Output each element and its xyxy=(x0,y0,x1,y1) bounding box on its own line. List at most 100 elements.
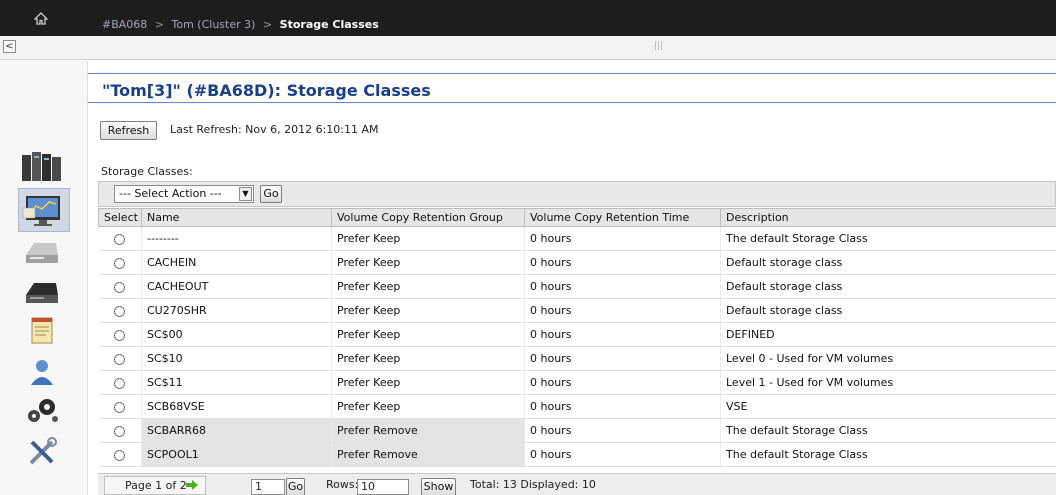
storage-classes-label: Storage Classes: xyxy=(101,165,193,178)
cell-retention-group: Prefer Keep xyxy=(331,394,525,419)
main-content: "Tom[3]" (#BA68D): Storage Classes Refre… xyxy=(88,61,1056,495)
title-divider xyxy=(88,73,1056,74)
cell-description: Level 1 - Used for VM volumes xyxy=(720,370,1056,395)
user-icon[interactable] xyxy=(18,353,66,391)
cell-description: Default storage class xyxy=(720,298,1056,323)
cell-retention-time: 0 hours xyxy=(524,418,721,443)
table-row[interactable]: SC$10 Prefer Keep 0 hours Level 0 - Used… xyxy=(98,346,1056,371)
cell-description: Level 0 - Used for VM volumes xyxy=(720,346,1056,371)
physical-drive-icon[interactable] xyxy=(18,273,66,311)
cell-retention-group: Prefer Keep xyxy=(331,346,525,371)
go-page-button[interactable]: Go xyxy=(286,478,305,495)
table-row[interactable]: SCBARR68 Prefer Remove 0 hours The defau… xyxy=(98,418,1056,443)
table-toolbar: --- Select Action --- ▼ Go xyxy=(98,181,1056,207)
virtual-drive-icon[interactable] xyxy=(18,233,66,271)
row-select-radio[interactable] xyxy=(114,377,126,389)
cell-name: SCB68VSE xyxy=(141,394,332,419)
table-row[interactable]: -------- Prefer Keep 0 hours The default… xyxy=(98,226,1056,251)
dropdown-arrow-icon[interactable]: ▼ xyxy=(239,187,252,201)
show-button[interactable]: Show xyxy=(421,478,456,495)
column-header-name[interactable]: Name xyxy=(141,208,332,227)
row-select-radio[interactable] xyxy=(114,281,126,293)
cell-retention-group: Prefer Keep xyxy=(331,370,525,395)
cell-retention-time: 0 hours xyxy=(524,346,721,371)
breadcrumb-link-library[interactable]: #BA068 xyxy=(102,18,147,31)
cell-name: -------- xyxy=(141,226,332,251)
table-row[interactable]: SC$00 Prefer Keep 0 hours DEFINED xyxy=(98,322,1056,347)
table-row[interactable]: CACHEIN Prefer Keep 0 hours Default stor… xyxy=(98,250,1056,275)
cell-retention-time: 0 hours xyxy=(524,322,721,347)
cell-retention-group: Prefer Remove xyxy=(331,418,525,443)
row-select-radio[interactable] xyxy=(114,449,126,461)
column-header-retention-group[interactable]: Volume Copy Retention Group xyxy=(331,208,525,227)
totals-text: Total: 13 Displayed: 10 xyxy=(470,478,596,491)
home-icon xyxy=(34,11,48,25)
page-of-text: Page 1 of 2 xyxy=(125,479,187,492)
cell-retention-group: Prefer Keep xyxy=(331,322,525,347)
storage-classes-table: Select Name Volume Copy Retention Group … xyxy=(98,208,1056,467)
rows-label: Rows: xyxy=(326,478,359,491)
page-title: "Tom[3]" (#BA68D): Storage Classes xyxy=(102,81,431,100)
cell-retention-time: 0 hours xyxy=(524,298,721,323)
cell-name: SC$10 xyxy=(141,346,332,371)
cell-retention-group: Prefer Keep xyxy=(331,250,525,275)
row-select-radio[interactable] xyxy=(114,401,126,413)
select-action-dropdown[interactable]: --- Select Action --- ▼ xyxy=(114,185,254,203)
gears-icon[interactable] xyxy=(18,391,66,429)
next-page-icon[interactable] xyxy=(185,479,199,491)
servers-icon[interactable] xyxy=(18,147,66,185)
row-select-radio[interactable] xyxy=(114,233,126,245)
cell-description: DEFINED xyxy=(720,322,1056,347)
tools-icon[interactable] xyxy=(18,433,66,471)
cell-retention-time: 0 hours xyxy=(524,250,721,275)
notepad-icon[interactable] xyxy=(18,311,66,349)
refresh-button[interactable]: Refresh xyxy=(100,121,157,140)
top-bar: #BA068 > Tom (Cluster 3) > Storage Class… xyxy=(0,0,1056,36)
row-select-radio[interactable] xyxy=(114,305,126,317)
select-action-value: --- Select Action --- xyxy=(119,187,222,200)
go-button[interactable]: Go xyxy=(260,185,282,203)
table-row[interactable]: CACHEOUT Prefer Keep 0 hours Default sto… xyxy=(98,274,1056,299)
last-refresh-text: Last Refresh: Nov 6, 2012 6:10:11 AM xyxy=(170,123,379,136)
breadcrumb-separator: > xyxy=(262,18,273,31)
cell-name: CACHEIN xyxy=(141,250,332,275)
column-header-select[interactable]: Select xyxy=(98,208,142,227)
cell-description: The default Storage Class xyxy=(720,442,1056,467)
table-row[interactable]: SC$11 Prefer Keep 0 hours Level 1 - Used… xyxy=(98,370,1056,395)
table-row[interactable]: CU270SHR Prefer Keep 0 hours Default sto… xyxy=(98,298,1056,323)
rows-per-page-input[interactable]: 10 xyxy=(357,479,409,495)
cell-retention-time: 0 hours xyxy=(524,274,721,299)
home-button[interactable] xyxy=(0,0,82,36)
scroll-left-icon[interactable]: < xyxy=(3,40,16,53)
breadcrumb-link-cluster[interactable]: Tom (Cluster 3) xyxy=(172,18,256,31)
column-header-description[interactable]: Description xyxy=(720,208,1056,227)
cell-retention-group: Prefer Keep xyxy=(331,226,525,251)
scroll-grip[interactable]: ||| xyxy=(654,41,663,51)
table-header-row: Select Name Volume Copy Retention Group … xyxy=(98,208,1056,227)
breadcrumb-current: Storage Classes xyxy=(279,18,379,31)
row-select-radio[interactable] xyxy=(114,329,126,341)
column-header-retention-time[interactable]: Volume Copy Retention Time xyxy=(524,208,721,227)
page-number-input[interactable]: 1 xyxy=(251,479,285,495)
monitor-icon[interactable] xyxy=(18,188,70,232)
cell-description: VSE xyxy=(720,394,1056,419)
cell-retention-time: 0 hours xyxy=(524,442,721,467)
horizontal-scrollbar[interactable]: < ||| xyxy=(0,36,1056,60)
breadcrumb-separator: > xyxy=(154,18,165,31)
row-select-radio[interactable] xyxy=(114,257,126,269)
page-indicator: Page 1 of 2 xyxy=(104,476,206,495)
cell-name: SC$00 xyxy=(141,322,332,347)
row-select-radio[interactable] xyxy=(114,353,126,365)
cell-retention-time: 0 hours xyxy=(524,394,721,419)
cell-name: CU270SHR xyxy=(141,298,332,323)
table-row[interactable]: SCPOOL1 Prefer Remove 0 hours The defaul… xyxy=(98,442,1056,467)
table-pager: Page 1 of 2 1 Go Rows: 10 Show Total: 13… xyxy=(98,473,1056,495)
title-divider xyxy=(88,102,1056,103)
cell-description: Default storage class xyxy=(720,250,1056,275)
row-select-radio[interactable] xyxy=(114,425,126,437)
breadcrumb: #BA068 > Tom (Cluster 3) > Storage Class… xyxy=(102,18,379,31)
cell-name: SC$11 xyxy=(141,370,332,395)
cell-retention-time: 0 hours xyxy=(524,370,721,395)
table-row[interactable]: SCB68VSE Prefer Keep 0 hours VSE xyxy=(98,394,1056,419)
cell-description: Default storage class xyxy=(720,274,1056,299)
